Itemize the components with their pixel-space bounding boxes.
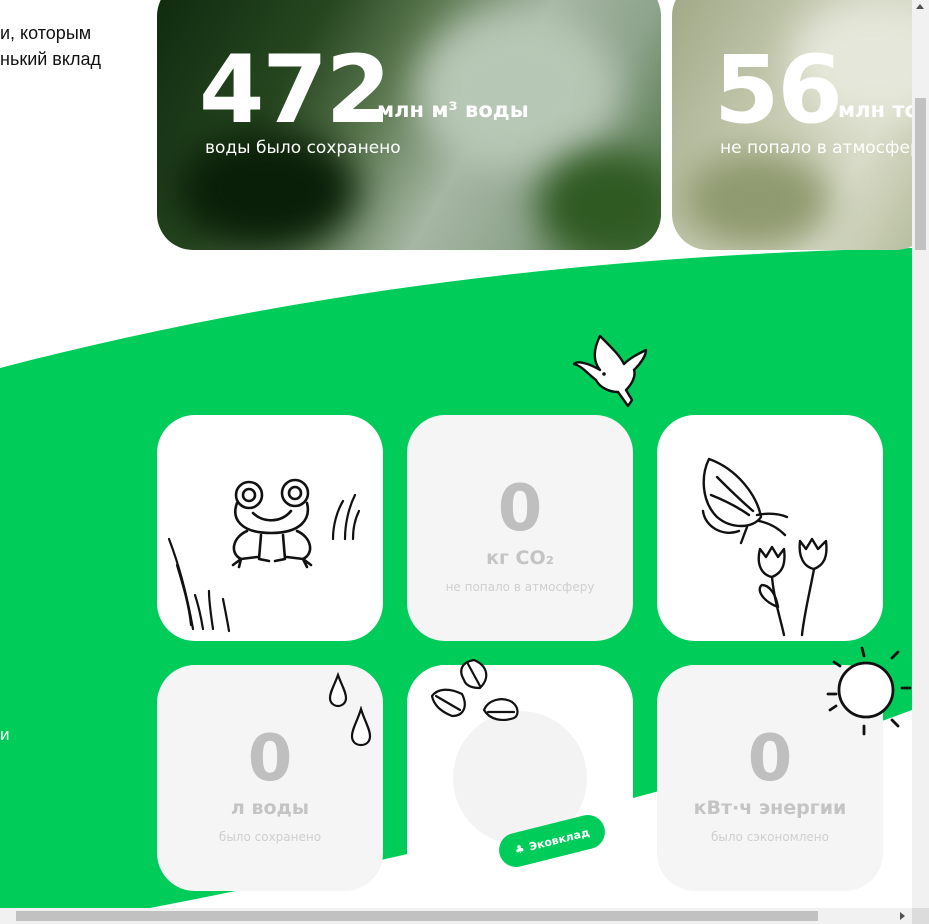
flowers-icon bbox=[757, 537, 828, 637]
stat-number: 56 bbox=[714, 36, 843, 145]
grass-icon bbox=[167, 537, 231, 633]
intro-fragment: и bbox=[0, 725, 10, 744]
co2-caption: не попало в атмосферу bbox=[445, 580, 595, 594]
frog-card bbox=[157, 415, 383, 641]
co2-value: 0 bbox=[497, 472, 543, 546]
stat-caption: воды было сохранено bbox=[205, 138, 401, 158]
scroll-up-arrow-icon[interactable] bbox=[916, 4, 924, 9]
vertical-scrollbar[interactable] bbox=[912, 0, 929, 908]
grass-icon bbox=[331, 493, 361, 541]
stat-number: 472 bbox=[199, 36, 391, 145]
co2-unit: кг CO₂ bbox=[486, 547, 554, 569]
stat-card-co2: 56 млн тонн не попало в атмосферу bbox=[672, 0, 929, 250]
stat-unit: млн м³ воды bbox=[377, 98, 529, 122]
butterfly-card bbox=[657, 415, 883, 641]
scrollbar-corner bbox=[912, 908, 929, 924]
scroll-right-arrow-icon[interactable] bbox=[900, 912, 905, 920]
bird-icon bbox=[572, 334, 648, 408]
co2-card: 0 кг CO₂ не попало в атмосферу bbox=[407, 415, 633, 641]
raindrop-icon bbox=[328, 672, 348, 708]
stat-card-water: 472 млн м³ воды воды было сохранено bbox=[157, 0, 661, 250]
leaves-icon bbox=[430, 658, 519, 721]
eco-deposit-label: Эковклад bbox=[527, 825, 591, 853]
sun-icon bbox=[826, 646, 912, 736]
water-unit: л воды bbox=[230, 797, 310, 819]
vertical-scroll-thumb[interactable] bbox=[915, 98, 926, 250]
energy-caption: было сэкономлено bbox=[711, 830, 829, 844]
intro-text: и, которым нький вклад bbox=[0, 23, 101, 69]
frog-icon bbox=[231, 478, 313, 569]
energy-unit: кВт·ч энергии bbox=[693, 797, 847, 819]
raindrop-icon bbox=[350, 706, 372, 747]
stat-caption: не попало в атмосферу bbox=[720, 138, 929, 158]
horizontal-scrollbar[interactable] bbox=[0, 908, 912, 924]
water-caption: было сохранено bbox=[218, 830, 322, 844]
horizontal-scroll-thumb[interactable] bbox=[16, 911, 818, 921]
plant-icon: ♣ bbox=[513, 841, 526, 857]
